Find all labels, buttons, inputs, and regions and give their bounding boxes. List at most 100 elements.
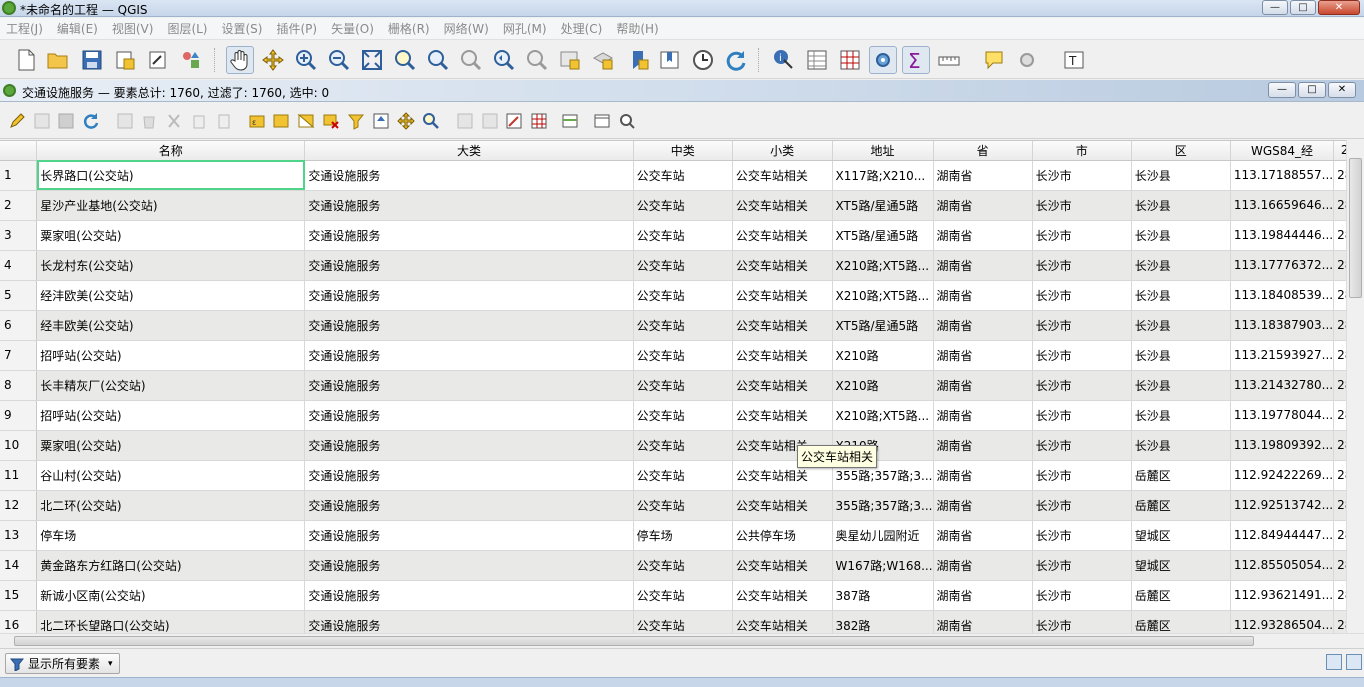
name-cell[interactable]: 招呼站(公交站) [36,340,306,371]
subcategory-cell[interactable]: 公交车站 [633,280,733,311]
text-annotation-icon[interactable]: T [1060,46,1088,74]
name-cell[interactable]: 长界路口(公交站) [36,160,306,191]
menu-vector[interactable]: 矢量(O) [331,20,374,37]
vertical-scrollbar[interactable] [1346,140,1364,633]
table-row[interactable]: 2 星沙产业基地(公交站) 交通设施服务 公交车站 公交车站相关 XT5路/星通5路 湖南省… [0,190,1364,221]
district-cell[interactable]: 长沙县 [1131,190,1231,221]
show-bookmarks-icon[interactable] [656,46,684,74]
horizontal-scroll-thumb[interactable] [14,636,1254,646]
type-cell[interactable]: 公交车站相关 [732,190,833,221]
category-cell[interactable]: 交通设施服务 [304,340,634,371]
name-cell[interactable]: 招呼站(公交站) [36,400,306,431]
subcategory-cell[interactable]: 公交车站 [633,340,733,371]
district-cell[interactable]: 长沙县 [1131,430,1231,461]
row-number[interactable]: 1 [0,160,38,191]
row-number[interactable]: 16 [0,610,38,633]
type-cell[interactable]: 公交车站相关 [732,310,833,341]
city-cell[interactable]: 长沙市 [1032,520,1132,551]
dialog-close-button[interactable]: ✕ [1328,82,1356,98]
subcategory-cell[interactable]: 公交车站 [633,610,733,633]
city-cell[interactable]: 长沙市 [1032,160,1132,191]
province-cell[interactable]: 湖南省 [933,430,1033,461]
statistical-summary-icon[interactable] [836,46,864,74]
district-cell[interactable]: 岳麓区 [1131,580,1231,611]
address-cell[interactable]: X210路;XT5路... [832,400,934,431]
subcategory-cell[interactable]: 公交车站 [633,160,733,191]
row-number[interactable]: 4 [0,250,38,281]
city-cell[interactable]: 长沙市 [1032,580,1132,611]
table-row[interactable]: 16 北二环长望路口(公交站) 交通设施服务 公交车站 公交车站相关 382路 湖南省 长沙市… [0,610,1364,633]
table-row[interactable]: 10粟家咀(公交站)交通设施服务公交车站公交车站相关X210路湖南省长沙市长沙县… [0,430,1364,461]
filter-select-icon[interactable] [347,112,365,130]
type-cell[interactable]: 公交车站相关 [732,400,833,431]
province-cell[interactable]: 湖南省 [933,520,1033,551]
address-cell[interactable]: XT5路/星通5路 [832,310,934,341]
table-row[interactable]: 7 招呼站(公交站) 交通设施服务 公交车站 公交车站相关 X210路 湖南省 长沙市 长沙县 1… [0,340,1364,371]
subcategory-cell[interactable]: 公交车站 [633,370,733,401]
category-cell[interactable]: 交通设施服务 [304,160,634,191]
row-number[interactable]: 3 [0,220,38,251]
zoom-next-icon[interactable] [523,46,551,74]
wgs84-lon-cell[interactable]: 113.18408539... [1230,280,1335,311]
type-cell[interactable]: 公交车站相关 [732,280,833,311]
horizontal-scrollbar[interactable] [0,633,1364,647]
zoom-native-icon[interactable] [457,46,485,74]
category-cell[interactable]: 交通设施服务 [304,520,634,551]
sigma-statistics-icon[interactable]: Σ [902,46,930,74]
row-number[interactable]: 5 [0,280,38,311]
refresh-icon[interactable] [722,46,750,74]
menu-processing[interactable]: 处理(C) [561,20,603,37]
menu-web[interactable]: 网络(W) [444,20,489,37]
name-cell[interactable]: 黄金路东方红路口(公交站) [36,550,306,581]
city-cell[interactable]: 长沙市 [1032,340,1132,371]
district-cell[interactable]: 岳麓区 [1131,490,1231,521]
district-cell[interactable]: 长沙县 [1131,370,1231,401]
maximize-button[interactable]: □ [1290,0,1316,15]
province-cell[interactable]: 湖南省 [933,310,1033,341]
dialog-maximize-button[interactable]: □ [1298,82,1326,98]
district-cell[interactable]: 长沙县 [1131,160,1231,191]
wgs84-lon-cell[interactable]: 113.19809392... [1230,430,1335,461]
province-cell[interactable]: 湖南省 [933,190,1033,221]
column-header-category[interactable]: 大类 [304,141,634,161]
province-cell[interactable]: 湖南省 [933,250,1033,281]
address-cell[interactable]: X210路 [832,340,934,371]
city-cell[interactable]: 长沙市 [1032,190,1132,221]
menu-mesh[interactable]: 网孔(M) [503,20,547,37]
city-cell[interactable]: 长沙市 [1032,400,1132,431]
open-attribute-table-icon[interactable] [803,46,831,74]
address-cell[interactable]: X210路;XT5路... [832,250,934,281]
form-view-icon[interactable] [1326,654,1342,670]
city-cell[interactable]: 长沙市 [1032,490,1132,521]
row-number[interactable]: 15 [0,580,38,611]
city-cell[interactable]: 长沙市 [1032,370,1132,401]
row-number[interactable]: 10 [0,430,38,461]
category-cell[interactable]: 交通设施服务 [304,190,634,221]
district-cell[interactable]: 长沙县 [1131,400,1231,431]
district-cell[interactable]: 望城区 [1131,550,1231,581]
zoom-last-icon[interactable] [490,46,518,74]
save-edits-icon[interactable] [57,112,75,130]
table-row[interactable]: 1 长界路口(公交站) 交通设施服务 公交车站 公交车站相关 X117路;X210... 湖… [0,160,1364,191]
save-project-icon[interactable] [78,46,106,74]
dialog-minimize-button[interactable]: — [1268,82,1296,98]
minimize-button[interactable]: — [1262,0,1288,15]
menu-help[interactable]: 帮助(H) [616,20,658,37]
wgs84-lon-cell[interactable]: 113.19778044... [1230,400,1335,431]
table-row[interactable]: 9 招呼站(公交站) 交通设施服务 公交车站 公交车站相关 X210路;XT5路... 湖南… [0,400,1364,431]
new-spatial-bookmark-icon[interactable] [625,46,653,74]
annotation-gear-icon[interactable] [1013,46,1041,74]
column-header-type[interactable]: 小类 [732,141,833,161]
new-field-icon[interactable] [456,112,474,130]
identify-features-icon[interactable]: i [770,46,798,74]
table-view-icon[interactable] [1346,654,1362,670]
toggle-editing-icon[interactable] [8,112,26,130]
column-header-district[interactable]: 区 [1131,141,1231,161]
name-cell[interactable]: 粟家咀(公交站) [36,220,306,251]
close-button[interactable]: ✕ [1318,0,1360,15]
map-tips-icon[interactable] [980,46,1008,74]
zoom-full-icon[interactable] [358,46,386,74]
column-header-name[interactable]: 名称 [36,141,306,161]
reload-table-icon[interactable] [82,112,100,130]
province-cell[interactable]: 湖南省 [933,610,1033,633]
